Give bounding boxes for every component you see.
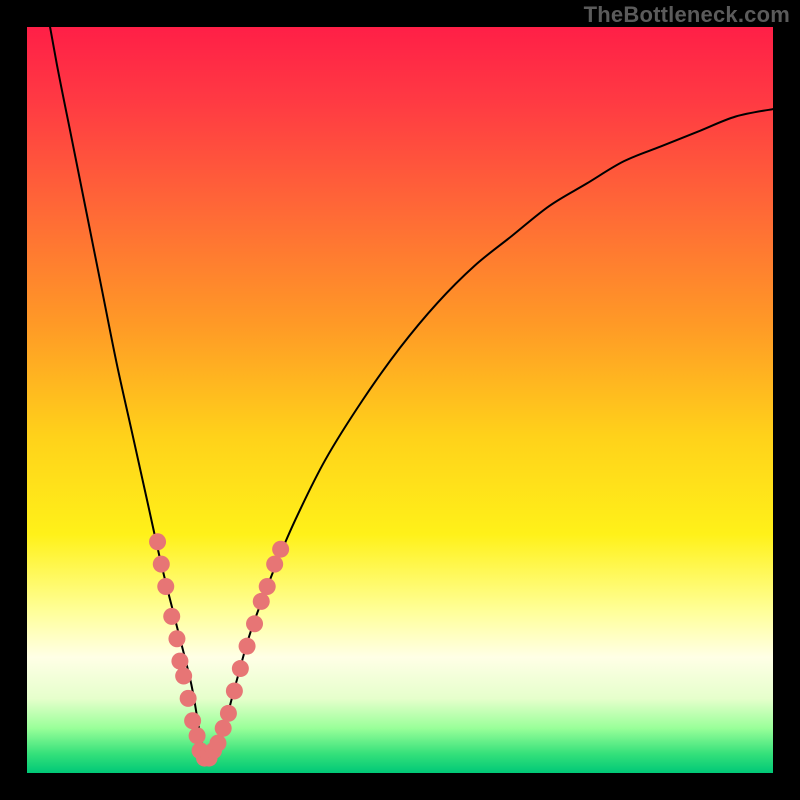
sample-dot (163, 608, 180, 625)
sample-dot (189, 727, 206, 744)
gradient-background (27, 27, 773, 773)
sample-dot (149, 533, 166, 550)
sample-dot (209, 735, 226, 752)
sample-dot (220, 705, 237, 722)
sample-dot (180, 690, 197, 707)
sample-dot (157, 578, 174, 595)
sample-dot (184, 712, 201, 729)
sample-dot (153, 556, 170, 573)
sample-dot (239, 638, 256, 655)
sample-dot (259, 578, 276, 595)
sample-dot (246, 615, 263, 632)
sample-dot (253, 593, 270, 610)
sample-dot (226, 682, 243, 699)
sample-dot (215, 720, 232, 737)
sample-dot (272, 541, 289, 558)
sample-dot (171, 653, 188, 670)
chart-svg (27, 27, 773, 773)
sample-dot (175, 668, 192, 685)
attribution-text: TheBottleneck.com (584, 2, 790, 28)
sample-dot (168, 630, 185, 647)
plot-area (27, 27, 773, 773)
chart-frame: TheBottleneck.com (0, 0, 800, 800)
sample-dot (232, 660, 249, 677)
sample-dot (266, 556, 283, 573)
